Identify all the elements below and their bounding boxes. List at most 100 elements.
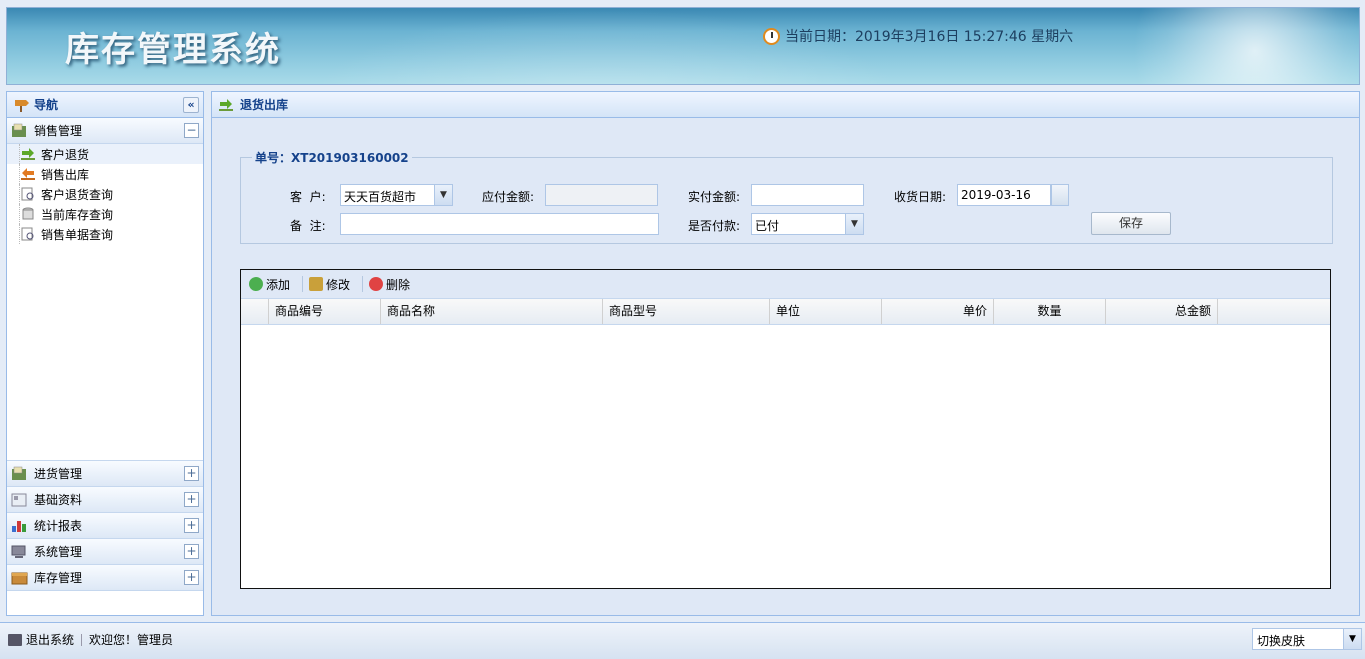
welcome-text: 欢迎您！管理员 [89, 633, 174, 647]
section-sales-label: 销售管理 [34, 124, 83, 138]
footer-bar: 退出系统 欢迎您！管理员 切换皮肤 ▼ [0, 622, 1365, 659]
expand-reports-button[interactable]: + [184, 518, 199, 533]
expand-basic-data-button[interactable]: + [184, 492, 199, 507]
is-paid-label: 是否付款: [688, 219, 741, 233]
column-header[interactable]: 单价 [882, 299, 994, 324]
nav-item-customer-return[interactable]: 客户退货 [7, 144, 203, 164]
customer-value: 天天百货超市 [344, 190, 417, 204]
collapse-nav-button[interactable]: « [183, 97, 199, 113]
section-reports[interactable]: 统计报表 + [7, 513, 203, 539]
add-icon [249, 277, 263, 291]
arrow-right-icon [21, 148, 35, 160]
paid-label: 实付金额: [688, 190, 741, 204]
column-header[interactable]: 商品编号 [269, 299, 381, 324]
payable-field[interactable] [545, 184, 658, 206]
add-button[interactable]: 添加 [249, 276, 290, 293]
nav-item-sales-out[interactable]: 销售出库 [7, 164, 203, 184]
purchase-icon [12, 466, 26, 480]
chevron-down-icon[interactable]: ▼ [434, 185, 452, 205]
is-paid-select[interactable]: 已付 ▼ [751, 213, 864, 235]
nav-item-label: 客户退货查询 [41, 187, 114, 202]
main-title: 退货出库 [240, 98, 289, 112]
section-label: 进货管理 [34, 467, 83, 481]
bar-chart-icon [12, 521, 26, 532]
remark-field[interactable] [340, 213, 659, 235]
payable-label: 应付金额: [482, 190, 535, 204]
customer-select[interactable]: 天天百货超市 ▼ [340, 184, 453, 206]
column-header[interactable]: 商品名称 [381, 299, 603, 324]
datetime-text: 当前日期：2019年3月16日 15:27:46 星期六 [785, 29, 1074, 45]
sales-icon [12, 123, 26, 137]
nav-header: 导航 « [7, 92, 203, 118]
save-button[interactable]: 保存 [1091, 212, 1171, 235]
main-header: 退货出库 [212, 92, 1359, 118]
sales-items: 客户退货 销售出库 客户退货查询 当前库存查询 销售单据查询 [7, 144, 203, 461]
column-header[interactable]: 商品型号 [603, 299, 770, 324]
collapse-sales-button[interactable]: − [184, 123, 199, 138]
nav-item-label: 客户退货 [41, 147, 90, 162]
document-search-icon [21, 187, 34, 201]
main-panel: 退货出库 单号：XT201903160002 客 户: 天天百货超市 ▼ 应付金… [211, 91, 1360, 616]
edit-icon [309, 277, 324, 291]
arrow-left-icon [21, 168, 35, 180]
goods-grid: 添加 修改 删除 商品编号 商品名称 商品型号 单位 单价 数量 总金额 [240, 269, 1331, 589]
chevron-down-icon[interactable]: ▼ [845, 214, 863, 234]
is-paid-value: 已付 [755, 219, 780, 233]
nav-item-label: 当前库存查询 [41, 207, 114, 222]
basic-data-icon [11, 493, 27, 507]
chevron-down-icon[interactable]: ▼ [1343, 629, 1361, 649]
date-label: 收货日期: [894, 190, 947, 204]
customer-label: 客 户: [290, 190, 326, 204]
box-icon [11, 572, 28, 585]
section-sales[interactable]: 销售管理 − [7, 118, 203, 144]
section-label: 统计报表 [34, 519, 83, 533]
section-system[interactable]: 系统管理 + [7, 539, 203, 565]
section-basic-data[interactable]: 基础资料 + [7, 487, 203, 513]
current-datetime: 当前日期：2019年3月16日 15:27:46 星期六 [763, 26, 1073, 46]
grid-header: 商品编号 商品名称 商品型号 单位 单价 数量 总金额 [241, 299, 1330, 325]
footer-left: 退出系统 欢迎您！管理员 [8, 631, 173, 648]
edit-label: 修改 [326, 277, 351, 292]
expand-purchase-button[interactable]: + [184, 466, 199, 481]
calendar-icon[interactable] [1051, 184, 1069, 206]
nav-item-label: 销售出库 [41, 167, 90, 182]
column-header[interactable]: 数量 [994, 299, 1106, 324]
order-form: 单号：XT201903160002 客 户: 天天百货超市 ▼ 应付金额: 实付… [240, 149, 1333, 244]
clock-icon [763, 27, 780, 45]
expand-system-button[interactable]: + [184, 544, 199, 559]
app-title: 库存管理系统 [65, 30, 281, 70]
row-number-header [241, 299, 269, 324]
monitor-icon [8, 633, 22, 646]
delete-button[interactable]: 删除 [369, 276, 410, 293]
section-purchase[interactable]: 进货管理 + [7, 461, 203, 487]
nav-item-label: 销售单据查询 [41, 227, 114, 242]
logout-link[interactable]: 退出系统 [26, 631, 74, 648]
expand-inventory-button[interactable]: + [184, 570, 199, 585]
date-field[interactable]: 2019-03-16 [957, 184, 1051, 206]
document-search-icon [21, 227, 34, 241]
section-label: 系统管理 [34, 545, 83, 559]
nav-item-stock-query[interactable]: 当前库存查询 [7, 204, 203, 224]
order-number: 单号：XT201903160002 [255, 151, 409, 165]
computer-icon [11, 545, 26, 558]
column-header[interactable]: 总金额 [1106, 299, 1218, 324]
section-label: 库存管理 [34, 571, 83, 585]
column-header[interactable]: 单位 [770, 299, 882, 324]
section-inventory[interactable]: 库存管理 + [7, 565, 203, 591]
app-header: 库存管理系统 当前日期：2019年3月16日 15:27:46 星期六 [6, 7, 1360, 85]
navigation-panel: 导航 « 销售管理 − 客户退货 销售出库 客户退货查询 当前库存查询 销售单据… [6, 91, 204, 616]
arrow-right-icon [219, 98, 233, 111]
skin-value: 切换皮肤 [1257, 634, 1306, 648]
delete-icon [369, 277, 384, 291]
remark-label: 备 注: [290, 219, 326, 233]
delete-label: 删除 [386, 277, 411, 292]
skin-select[interactable]: 切换皮肤 ▼ [1252, 628, 1362, 650]
section-label: 基础资料 [34, 493, 83, 507]
paid-field[interactable] [751, 184, 864, 206]
edit-button[interactable]: 修改 [309, 276, 350, 293]
nav-item-return-query[interactable]: 客户退货查询 [7, 184, 203, 204]
nav-title: 导航 [34, 98, 59, 112]
add-label: 添加 [266, 277, 291, 292]
nav-item-sales-doc-query[interactable]: 销售单据查询 [7, 224, 203, 244]
database-icon [22, 207, 34, 220]
